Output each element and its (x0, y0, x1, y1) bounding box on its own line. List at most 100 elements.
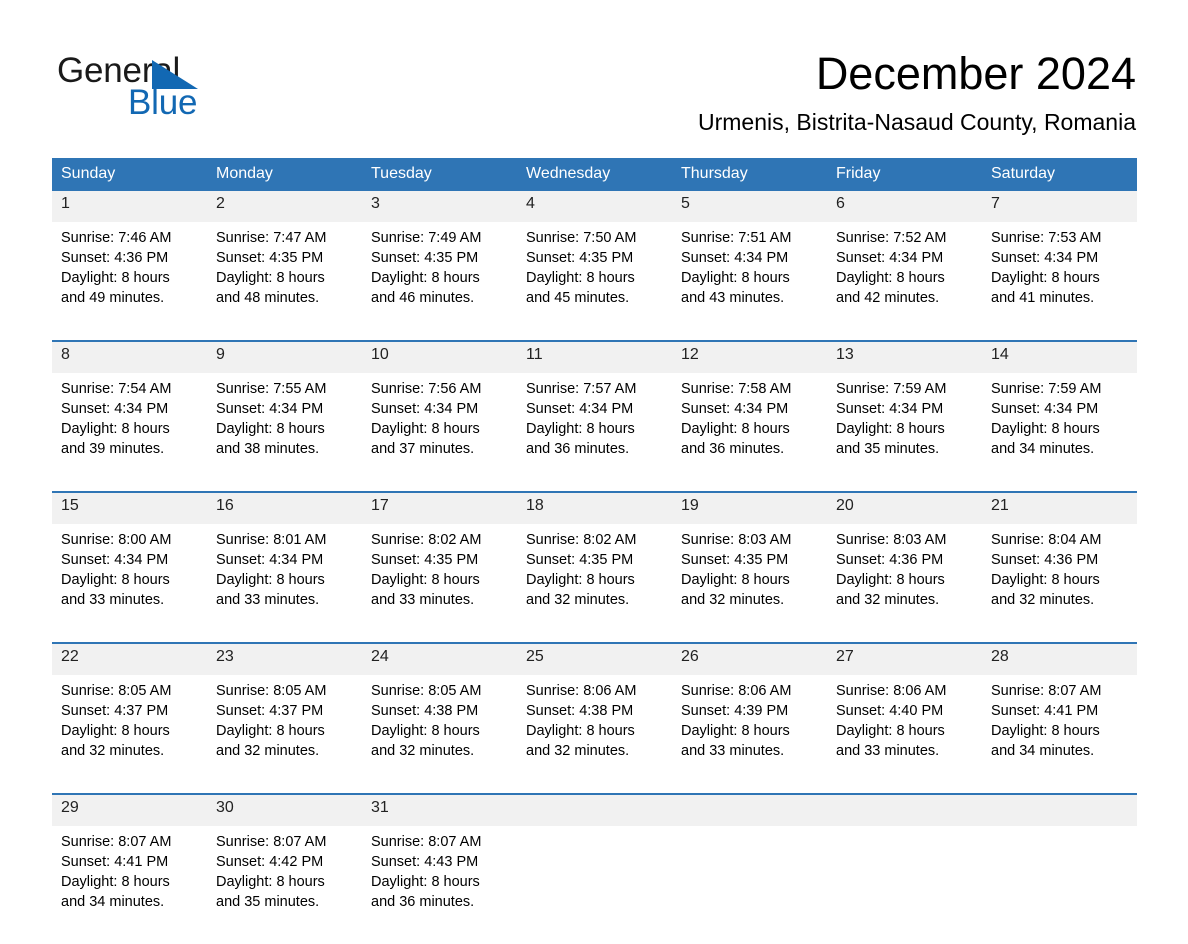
day-cell[interactable]: Sunrise: 7:49 AM Sunset: 4:35 PM Daylight:… (362, 222, 517, 340)
day-number[interactable]: 22 (52, 644, 207, 675)
day-detail-line: Sunset: 4:43 PM (371, 854, 479, 870)
day-detail-line: Sunset: 4:39 PM (681, 703, 789, 719)
day-number[interactable]: 29 (52, 795, 207, 826)
day-detail-line: and 33 minutes. (216, 592, 320, 608)
day-cell[interactable]: Sunrise: 7:52 AM Sunset: 4:34 PM Daylight:… (827, 222, 982, 340)
day-detail-line: Sunrise: 7:53 AM (991, 230, 1102, 246)
day-cell[interactable]: Sunrise: 8:00 AM Sunset: 4:34 PM Daylight:… (52, 524, 207, 642)
day-detail-line: Sunrise: 8:07 AM (61, 834, 172, 850)
day-number[interactable]: 15 (52, 493, 207, 524)
day-detail-line: Sunset: 4:34 PM (836, 401, 944, 417)
day-number[interactable]: 25 (517, 644, 672, 675)
day-detail-line: and 32 minutes. (681, 592, 785, 608)
day-cell[interactable]: Sunrise: 8:03 AM Sunset: 4:35 PM Daylight:… (672, 524, 827, 642)
day-detail-line: Daylight: 8 hours (836, 723, 945, 739)
generalblue-logo[interactable]: General Blue (57, 52, 317, 124)
day-cell[interactable]: Sunrise: 8:01 AM Sunset: 4:34 PM Daylight:… (207, 524, 362, 642)
day-number[interactable]: 10 (362, 342, 517, 373)
day-cell[interactable]: Sunrise: 8:05 AM Sunset: 4:37 PM Daylight:… (52, 675, 207, 793)
day-number[interactable]: 27 (827, 644, 982, 675)
day-detail-line: Daylight: 8 hours (526, 421, 635, 437)
day-detail-line: Sunset: 4:37 PM (61, 703, 169, 719)
day-number[interactable]: 4 (517, 191, 672, 222)
day-number[interactable]: 7 (982, 191, 1137, 222)
day-number[interactable]: 5 (672, 191, 827, 222)
day-cell[interactable]: Sunrise: 8:06 AM Sunset: 4:38 PM Daylight:… (517, 675, 672, 793)
day-detail-line: Sunset: 4:40 PM (836, 703, 944, 719)
day-detail-line: Daylight: 8 hours (371, 572, 480, 588)
day-number[interactable]: 6 (827, 191, 982, 222)
day-number[interactable]: 8 (52, 342, 207, 373)
day-number[interactable]: 31 (362, 795, 517, 826)
day-detail-row: Sunrise: 7:54 AM Sunset: 4:34 PM Daylight:… (52, 373, 1137, 491)
day-detail-line: Sunset: 4:41 PM (991, 703, 1099, 719)
day-detail-line: Sunrise: 8:00 AM (61, 532, 172, 548)
day-cell[interactable]: Sunrise: 8:07 AM Sunset: 4:41 PM Daylight:… (982, 675, 1137, 793)
day-detail-line: Daylight: 8 hours (61, 572, 170, 588)
day-number[interactable]: 20 (827, 493, 982, 524)
day-detail-line: Sunrise: 8:05 AM (216, 683, 327, 699)
column-header-tuesday: Tuesday (362, 158, 517, 191)
day-detail-line: Sunset: 4:41 PM (61, 854, 169, 870)
day-detail-line: and 35 minutes. (836, 441, 940, 457)
day-cell[interactable]: Sunrise: 7:56 AM Sunset: 4:34 PM Daylight:… (362, 373, 517, 491)
day-cell[interactable]: Sunrise: 7:59 AM Sunset: 4:34 PM Daylight:… (982, 373, 1137, 491)
day-number[interactable]: 17 (362, 493, 517, 524)
day-detail-line: and 32 minutes. (836, 592, 940, 608)
day-number[interactable]: 18 (517, 493, 672, 524)
day-cell[interactable]: Sunrise: 7:53 AM Sunset: 4:34 PM Daylight:… (982, 222, 1137, 340)
day-detail-line: Sunrise: 7:49 AM (371, 230, 482, 246)
day-number[interactable]: 30 (207, 795, 362, 826)
day-cell[interactable]: Sunrise: 8:07 AM Sunset: 4:43 PM Daylight:… (362, 826, 517, 944)
day-cell[interactable]: Sunrise: 7:59 AM Sunset: 4:34 PM Daylight:… (827, 373, 982, 491)
day-number[interactable]: 16 (207, 493, 362, 524)
day-cell[interactable]: Sunrise: 8:04 AM Sunset: 4:36 PM Daylight:… (982, 524, 1137, 642)
day-cell[interactable]: Sunrise: 7:55 AM Sunset: 4:34 PM Daylight:… (207, 373, 362, 491)
day-cell[interactable]: Sunrise: 7:57 AM Sunset: 4:34 PM Daylight:… (517, 373, 672, 491)
day-cell[interactable]: Sunrise: 8:05 AM Sunset: 4:37 PM Daylight:… (207, 675, 362, 793)
day-detail-line: Sunset: 4:34 PM (991, 250, 1099, 266)
day-detail-line: and 35 minutes. (216, 894, 320, 910)
day-number[interactable]: 23 (207, 644, 362, 675)
day-cell[interactable]: Sunrise: 8:02 AM Sunset: 4:35 PM Daylight:… (517, 524, 672, 642)
day-number-row: 8 9 10 11 12 13 14 (52, 342, 1137, 373)
logo-text-blue: Blue (128, 83, 198, 122)
day-number[interactable]: 24 (362, 644, 517, 675)
day-cell[interactable]: Sunrise: 7:47 AM Sunset: 4:35 PM Daylight:… (207, 222, 362, 340)
day-cell[interactable]: Sunrise: 8:07 AM Sunset: 4:42 PM Daylight:… (207, 826, 362, 944)
day-cell[interactable]: Sunrise: 7:58 AM Sunset: 4:34 PM Daylight:… (672, 373, 827, 491)
day-cell[interactable]: Sunrise: 7:46 AM Sunset: 4:36 PM Daylight:… (52, 222, 207, 340)
day-detail-line: Daylight: 8 hours (61, 421, 170, 437)
day-number[interactable]: 28 (982, 644, 1137, 675)
day-cell[interactable]: Sunrise: 8:07 AM Sunset: 4:41 PM Daylight:… (52, 826, 207, 944)
day-detail-line: Sunrise: 8:01 AM (216, 532, 327, 548)
day-detail-line: and 36 minutes. (526, 441, 630, 457)
day-cell[interactable]: Sunrise: 8:06 AM Sunset: 4:39 PM Daylight:… (672, 675, 827, 793)
day-cell[interactable]: Sunrise: 8:03 AM Sunset: 4:36 PM Daylight:… (827, 524, 982, 642)
day-number[interactable]: 3 (362, 191, 517, 222)
day-number[interactable]: 21 (982, 493, 1137, 524)
day-number[interactable]: 26 (672, 644, 827, 675)
day-detail-line: Sunset: 4:38 PM (371, 703, 479, 719)
day-number[interactable]: 19 (672, 493, 827, 524)
day-number[interactable]: 1 (52, 191, 207, 222)
day-cell[interactable]: Sunrise: 8:02 AM Sunset: 4:35 PM Daylight:… (362, 524, 517, 642)
day-cell[interactable]: Sunrise: 8:06 AM Sunset: 4:40 PM Daylight:… (827, 675, 982, 793)
day-number[interactable]: 9 (207, 342, 362, 373)
day-number[interactable]: 12 (672, 342, 827, 373)
day-detail-line: and 32 minutes. (216, 743, 320, 759)
day-detail-line: Daylight: 8 hours (216, 874, 325, 890)
day-cell[interactable]: Sunrise: 7:50 AM Sunset: 4:35 PM Daylight:… (517, 222, 672, 340)
day-cell[interactable]: Sunrise: 7:54 AM Sunset: 4:34 PM Daylight:… (52, 373, 207, 491)
day-number[interactable]: 11 (517, 342, 672, 373)
day-cell[interactable]: Sunrise: 8:05 AM Sunset: 4:38 PM Daylight:… (362, 675, 517, 793)
day-detail-line: Sunrise: 8:03 AM (681, 532, 792, 548)
day-detail-line: Sunset: 4:35 PM (526, 250, 634, 266)
day-number-empty (982, 795, 1137, 826)
day-number[interactable]: 13 (827, 342, 982, 373)
day-number[interactable]: 14 (982, 342, 1137, 373)
day-number-empty (672, 795, 827, 826)
day-number[interactable]: 2 (207, 191, 362, 222)
day-cell[interactable]: Sunrise: 7:51 AM Sunset: 4:34 PM Daylight:… (672, 222, 827, 340)
day-detail-line: Sunset: 4:34 PM (681, 401, 789, 417)
